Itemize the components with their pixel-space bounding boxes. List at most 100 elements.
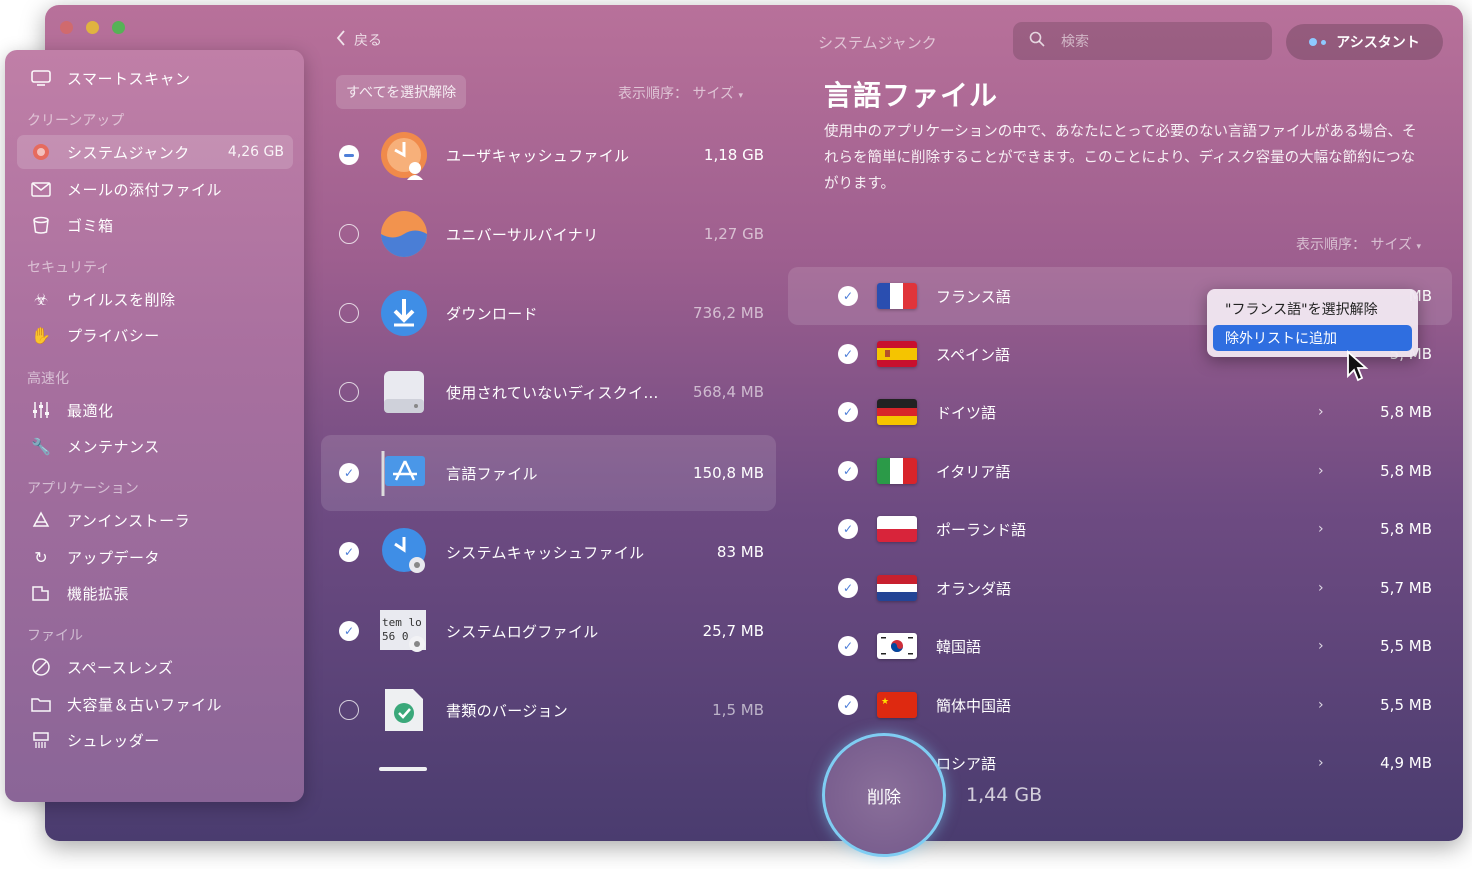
sidebar-item-large-old-files[interactable]: 大容量＆古いファイル	[17, 687, 293, 721]
system-log-icon: tem lo 56 0	[379, 606, 429, 656]
minimize-button[interactable]	[86, 21, 99, 34]
language-row-german[interactable]: ✓ ドイツ語 › 5,8 MB	[788, 383, 1452, 441]
chevron-right-icon[interactable]: ›	[1318, 580, 1324, 596]
sidebar-item-privacy[interactable]: ✋ プライバシー	[17, 318, 293, 352]
chevron-right-icon[interactable]: ›	[1318, 521, 1324, 537]
search-input[interactable]: 検索	[1013, 22, 1272, 60]
total-size: 1,44 GB	[966, 784, 1043, 806]
updater-icon: ↻	[34, 547, 48, 567]
checkbox-checked[interactable]: ✓	[838, 519, 858, 539]
biohazard-icon: ☣	[33, 289, 49, 309]
monitor-icon	[29, 68, 53, 88]
hand-icon: ✋	[31, 325, 51, 345]
checkbox-checked[interactable]: ✓	[339, 463, 359, 483]
sidebar-item-optimization[interactable]: 最適化	[17, 393, 293, 427]
list-item-universal-binaries[interactable]: ユニバーサルバイナリ 1,27 GB	[321, 196, 776, 272]
checkbox[interactable]	[339, 224, 359, 244]
list-item-unused-disk-images[interactable]: 使用されていないディスクイ… 568,4 MB	[321, 354, 776, 430]
list-item-system-logs[interactable]: ✓ tem lo 56 0 システムログファイル 25,7 MB	[321, 593, 776, 669]
language-row-italian[interactable]: ✓ イタリア語 › 5,8 MB	[788, 442, 1452, 500]
checkbox-checked[interactable]: ✓	[339, 621, 359, 641]
item-name: システムログファイル	[446, 622, 599, 641]
checkbox-checked[interactable]: ✓	[838, 461, 858, 481]
sidebar-item-trash[interactable]: ゴミ箱	[17, 208, 293, 242]
item-size: 1,18 GB	[703, 146, 764, 164]
sidebar-item-shredder[interactable]: シュレッダー	[17, 723, 293, 757]
checkbox-checked[interactable]: ✓	[838, 344, 858, 364]
sort-selector[interactable]: 表示順序： サイズ ▾	[618, 83, 743, 103]
chevron-left-icon	[336, 30, 346, 50]
zoom-button[interactable]	[112, 21, 125, 34]
checkbox-checked[interactable]: ✓	[838, 402, 858, 422]
checkbox[interactable]	[339, 303, 359, 323]
detail-sort-selector[interactable]: 表示順序： サイズ ▾	[1296, 234, 1421, 254]
list-item-downloads[interactable]: ダウンロード 736,2 MB	[321, 275, 776, 351]
list-item-document-versions[interactable]: 書類のバージョン 1,5 MB	[321, 672, 776, 748]
chevron-right-icon[interactable]: ›	[1318, 638, 1324, 654]
sidebar-item-label: ゴミ箱	[67, 216, 114, 235]
sidebar-item-label: 大容量＆古いファイル	[67, 695, 223, 714]
sidebar-item-space-lens[interactable]: スペースレンズ	[17, 650, 293, 684]
chevron-right-icon[interactable]: ›	[1318, 463, 1324, 479]
download-icon	[379, 288, 429, 338]
sidebar-item-label: メールの添付ファイル	[67, 180, 223, 199]
checkbox-checked[interactable]: ✓	[838, 578, 858, 598]
checkbox-checked[interactable]: ✓	[339, 542, 359, 562]
language-row-polish[interactable]: ✓ ポーランド語 › 5,8 MB	[788, 500, 1452, 558]
chevron-right-icon[interactable]: ›	[1318, 755, 1324, 771]
assistant-label: アシスタント	[1336, 35, 1420, 51]
caret-down-icon: ▾	[1416, 242, 1422, 252]
menu-item-deselect-french[interactable]: "フランス語"を選択解除	[1213, 296, 1412, 322]
checkbox-checked[interactable]: ✓	[838, 286, 858, 306]
deselect-all-button[interactable]: すべてを選択解除	[336, 75, 467, 109]
back-button[interactable]: 戻る	[336, 30, 382, 50]
list-item-system-cache[interactable]: ✓ システムキャッシュファイル 83 MB	[321, 514, 776, 590]
delete-label: 削除	[867, 787, 901, 808]
sidebar-item-label: プライバシー	[67, 326, 160, 345]
chevron-right-icon[interactable]: ›	[1318, 404, 1324, 420]
item-size: 1,27 GB	[703, 225, 764, 243]
language-row-dutch[interactable]: ✓ オランダ語 › 5,7 MB	[788, 559, 1452, 617]
sidebar-item-mail-attachments[interactable]: メールの添付ファイル	[17, 172, 293, 206]
sort-value: サイズ	[1370, 237, 1413, 253]
sidebar-item-updater[interactable]: ↻ アップデータ	[17, 540, 293, 574]
flag-italy-icon	[877, 458, 917, 484]
item-name: ダウンロード	[446, 304, 538, 323]
menu-item-add-to-ignore-list[interactable]: 除外リストに追加	[1213, 325, 1412, 351]
sidebar-item-extensions[interactable]: 機能拡張	[17, 576, 293, 610]
list-item-language-files[interactable]: ✓ 言語ファイル 150,8 MB	[321, 435, 776, 511]
item-size: 736,2 MB	[693, 304, 764, 322]
language-size: 4,9 MB	[1380, 754, 1432, 772]
sidebar-item-label: メンテナンス	[67, 437, 160, 456]
checkbox[interactable]	[339, 700, 359, 720]
language-name: ドイツ語	[936, 403, 997, 422]
sidebar-section-files: ファイル	[27, 628, 83, 644]
sidebar-section-applications: アプリケーション	[27, 481, 139, 497]
uninstaller-icon	[29, 510, 53, 530]
mouse-cursor-icon	[1346, 349, 1370, 388]
sidebar-item-smart-scan[interactable]: スマートスキャン	[17, 61, 293, 95]
log-icon-line-2: 56 0	[382, 630, 409, 643]
chevron-right-icon[interactable]: ›	[1318, 697, 1324, 713]
sidebar-item-system-junk[interactable]: システムジャンク 4,26 GB	[17, 135, 293, 169]
delete-button[interactable]: 削除	[822, 733, 946, 857]
assistant-button[interactable]: アシスタント	[1286, 24, 1443, 60]
sidebar-item-remove-malware[interactable]: ☣ ウイルスを削除	[17, 282, 293, 316]
language-row-korean[interactable]: ✓ 韓国語 › 5,5 MB	[788, 617, 1452, 675]
checkbox[interactable]	[339, 382, 359, 402]
language-size: 5,5 MB	[1380, 696, 1432, 714]
close-button[interactable]	[60, 21, 73, 34]
sidebar-item-uninstaller[interactable]: アンインストーラ	[17, 503, 293, 537]
language-row-simplified-chinese[interactable]: ✓ ★ 簡体中国語 › 5,5 MB	[788, 676, 1452, 734]
sidebar-item-maintenance[interactable]: 🔧 メンテナンス	[17, 429, 293, 463]
flag-germany-icon	[877, 399, 917, 425]
context-menu: "フランス語"を選択解除 除外リストに追加	[1207, 289, 1418, 357]
list-item-user-cache[interactable]: ユーザキャッシュファイル 1,18 GB	[321, 117, 776, 193]
item-size: 568,4 MB	[693, 383, 764, 401]
checkbox-checked[interactable]: ✓	[838, 695, 858, 715]
sidebar-item-label: システムジャンク	[67, 143, 190, 162]
search-icon	[1029, 31, 1045, 51]
checkbox-checked[interactable]: ✓	[838, 636, 858, 656]
partial-checkbox[interactable]	[339, 145, 359, 165]
flag-spain-icon	[877, 341, 917, 367]
